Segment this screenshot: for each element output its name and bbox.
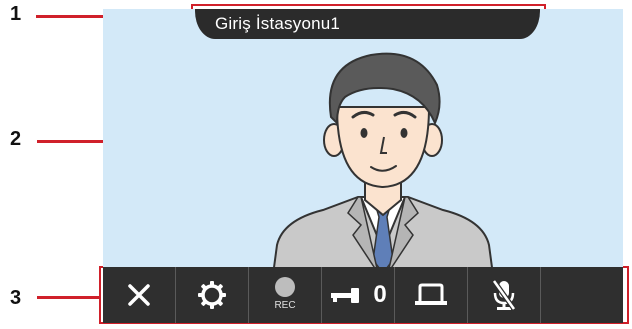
- station-name-tab: Giriş İstasyonu1: [195, 9, 540, 39]
- key-icon: [331, 288, 360, 303]
- mic-mute-icon: [491, 279, 517, 311]
- key-number-label: 0: [373, 281, 387, 308]
- control-toolbar: REC 0: [103, 267, 623, 323]
- record-button[interactable]: REC: [249, 267, 322, 323]
- callout-number-1: 1: [10, 3, 22, 25]
- station-name-label: Giriş İstasyonu1: [215, 14, 341, 33]
- video-screen: Giriş İstasyonu1 REC 0: [103, 9, 623, 323]
- empty-toolbar-slot: [541, 267, 623, 323]
- gear-icon: [198, 281, 226, 309]
- close-icon: [128, 284, 150, 306]
- record-label: REC: [274, 300, 296, 311]
- end-call-button[interactable]: [103, 267, 176, 323]
- door-release-button[interactable]: 0: [322, 267, 395, 323]
- record-icon: [275, 277, 295, 297]
- mute-button[interactable]: [468, 267, 541, 323]
- monitor-button[interactable]: [395, 267, 468, 323]
- callout-line-3: [37, 296, 99, 299]
- callout-number-2: 2: [10, 128, 22, 150]
- callout-number-3: 3: [10, 287, 22, 309]
- monitor-icon: [415, 283, 447, 305]
- visitor-image: [271, 52, 495, 275]
- settings-button[interactable]: [176, 267, 249, 323]
